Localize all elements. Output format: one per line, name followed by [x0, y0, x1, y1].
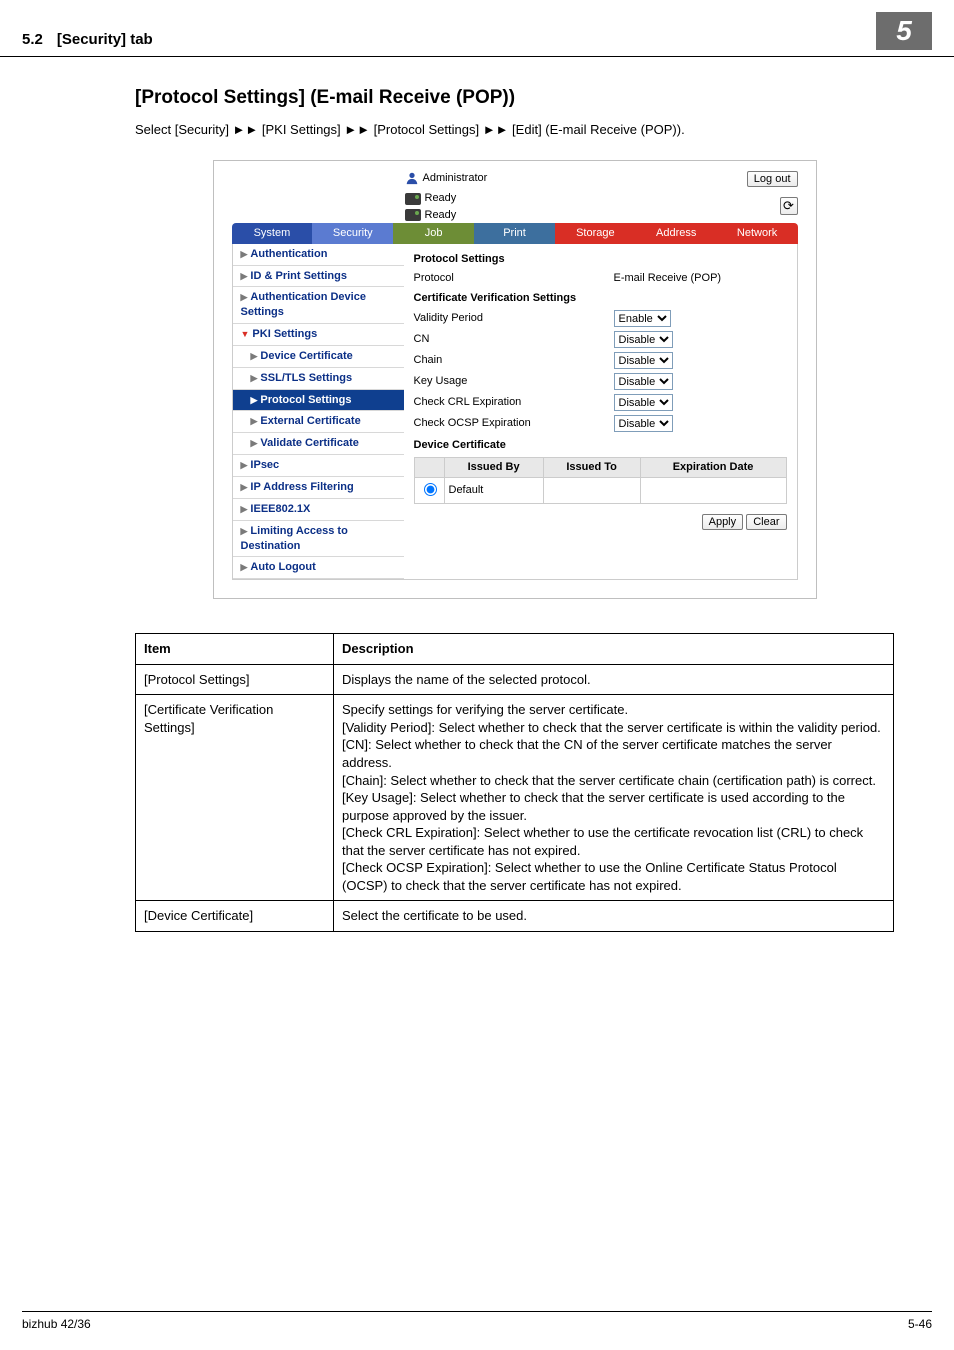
doctable-item-3: [Device Certificate] [136, 901, 334, 932]
chain-label: Chain [414, 353, 614, 368]
ready-status-2: Ready [405, 208, 780, 223]
crl-select[interactable]: Disable [614, 394, 673, 411]
description-table: Item Description [Protocol Settings] Dis… [135, 633, 894, 932]
admin-text: Administrator [423, 171, 488, 186]
section-number: 5.2 [22, 30, 43, 50]
key-usage-label: Key Usage [414, 374, 614, 389]
sidebar-item-ip-filter[interactable]: ▶IP Address Filtering [233, 477, 404, 499]
embedded-screenshot: Administrator Log out Ready Ready ⟳ S [213, 160, 817, 599]
doctable-head-item: Item [136, 634, 334, 665]
sidebar-item-pki-settings[interactable]: ▼PKI Settings [233, 324, 404, 346]
doctable-item-2: [Certificate Verification Settings] [136, 695, 334, 901]
table-row: [Protocol Settings] Displays the name of… [136, 664, 894, 695]
printer-icon [405, 209, 421, 221]
crl-label: Check CRL Expiration [414, 395, 614, 410]
tab-print[interactable]: Print [474, 223, 555, 244]
admin-label: Administrator [405, 171, 488, 186]
sidebar-item-validate-certificate[interactable]: ▶Validate Certificate [233, 433, 404, 455]
refresh-button[interactable]: ⟳ [780, 197, 798, 215]
table-row: [Device Certificate] Select the certific… [136, 901, 894, 932]
page-title: [Protocol Settings] (E-mail Receive (POP… [135, 85, 894, 111]
tab-job[interactable]: Job [393, 223, 474, 244]
ocsp-select[interactable]: Disable [614, 415, 673, 432]
ready-status-1: Ready [405, 191, 780, 206]
sidebar-item-auto-logout[interactable]: ▶Auto Logout [233, 557, 404, 579]
sidebar-item-protocol-settings[interactable]: ▶Protocol Settings [233, 390, 404, 412]
cert-table-issued-by-head: Issued By [444, 458, 543, 478]
sidebar-item-ieee8021x[interactable]: ▶IEEE802.1X [233, 499, 404, 521]
doctable-item-1: [Protocol Settings] [136, 664, 334, 695]
sidebar-item-external-certificate[interactable]: ▶External Certificate [233, 411, 404, 433]
section-head-device-cert: Device Certificate [414, 434, 787, 455]
clear-button[interactable]: Clear [746, 514, 786, 530]
doctable-desc-1: Displays the name of the selected protoc… [334, 664, 894, 695]
cert-row-radio[interactable] [424, 483, 437, 496]
tab-system[interactable]: System [232, 223, 313, 244]
chain-select[interactable]: Disable [614, 352, 673, 369]
sidebar-item-ipsec[interactable]: ▶IPsec [233, 455, 404, 477]
cert-row-issued-to [543, 477, 640, 503]
validity-period-label: Validity Period [414, 311, 614, 326]
doctable-head-desc: Description [334, 634, 894, 665]
doctable-desc-2: Specify settings for verifying the serve… [334, 695, 894, 901]
ocsp-label: Check OCSP Expiration [414, 416, 614, 431]
tab-security[interactable]: Security [312, 223, 393, 244]
device-cert-table: Issued By Issued To Expiration Date Defa… [414, 457, 787, 504]
admin-icon [405, 171, 419, 185]
sidebar-item-device-certificate[interactable]: ▶Device Certificate [233, 346, 404, 368]
logout-button[interactable]: Log out [747, 171, 798, 187]
footer-right: 5-46 [908, 1316, 932, 1332]
cn-select[interactable]: Disable [614, 331, 673, 348]
printer-icon [405, 193, 421, 205]
validity-period-select[interactable]: Enable [614, 310, 671, 327]
protocol-value: E-mail Receive (POP) [614, 271, 722, 286]
tab-address[interactable]: Address [636, 223, 717, 244]
cert-row-issued-by: Default [444, 477, 543, 503]
sidebar-item-ssl-tls[interactable]: ▶SSL/TLS Settings [233, 368, 404, 390]
table-row: [Certificate Verification Settings] Spec… [136, 695, 894, 901]
section-head-protocol-settings: Protocol Settings [414, 248, 787, 269]
protocol-label: Protocol [414, 271, 614, 286]
table-row: Default [414, 477, 786, 503]
sidebar-item-id-print[interactable]: ▶ID & Print Settings [233, 266, 404, 288]
cert-table-expiration-head: Expiration Date [640, 458, 786, 478]
cert-table-radio-head [414, 458, 444, 478]
chapter-number-badge: 5 [876, 12, 932, 50]
sidebar-item-auth-device[interactable]: ▶Authentication Device Settings [233, 287, 404, 324]
apply-button[interactable]: Apply [702, 514, 744, 530]
sidebar-item-authentication[interactable]: ▶Authentication [233, 244, 404, 266]
refresh-icon: ⟳ [783, 197, 794, 215]
tab-storage[interactable]: Storage [555, 223, 636, 244]
cn-label: CN [414, 332, 614, 347]
tab-network[interactable]: Network [717, 223, 798, 244]
cert-table-issued-to-head: Issued To [543, 458, 640, 478]
section-title: [Security] tab [57, 30, 153, 50]
section-head-cert-verify: Certificate Verification Settings [414, 287, 787, 308]
key-usage-select[interactable]: Disable [614, 373, 673, 390]
doctable-desc-3: Select the certificate to be used. [334, 901, 894, 932]
cert-row-expiration [640, 477, 786, 503]
lead-text: Select [Security] ►► [PKI Settings] ►► [… [135, 121, 894, 139]
footer-left: bizhub 42/36 [22, 1316, 91, 1332]
sidebar-item-limiting-access[interactable]: ▶Limiting Access to Destination [233, 521, 404, 558]
